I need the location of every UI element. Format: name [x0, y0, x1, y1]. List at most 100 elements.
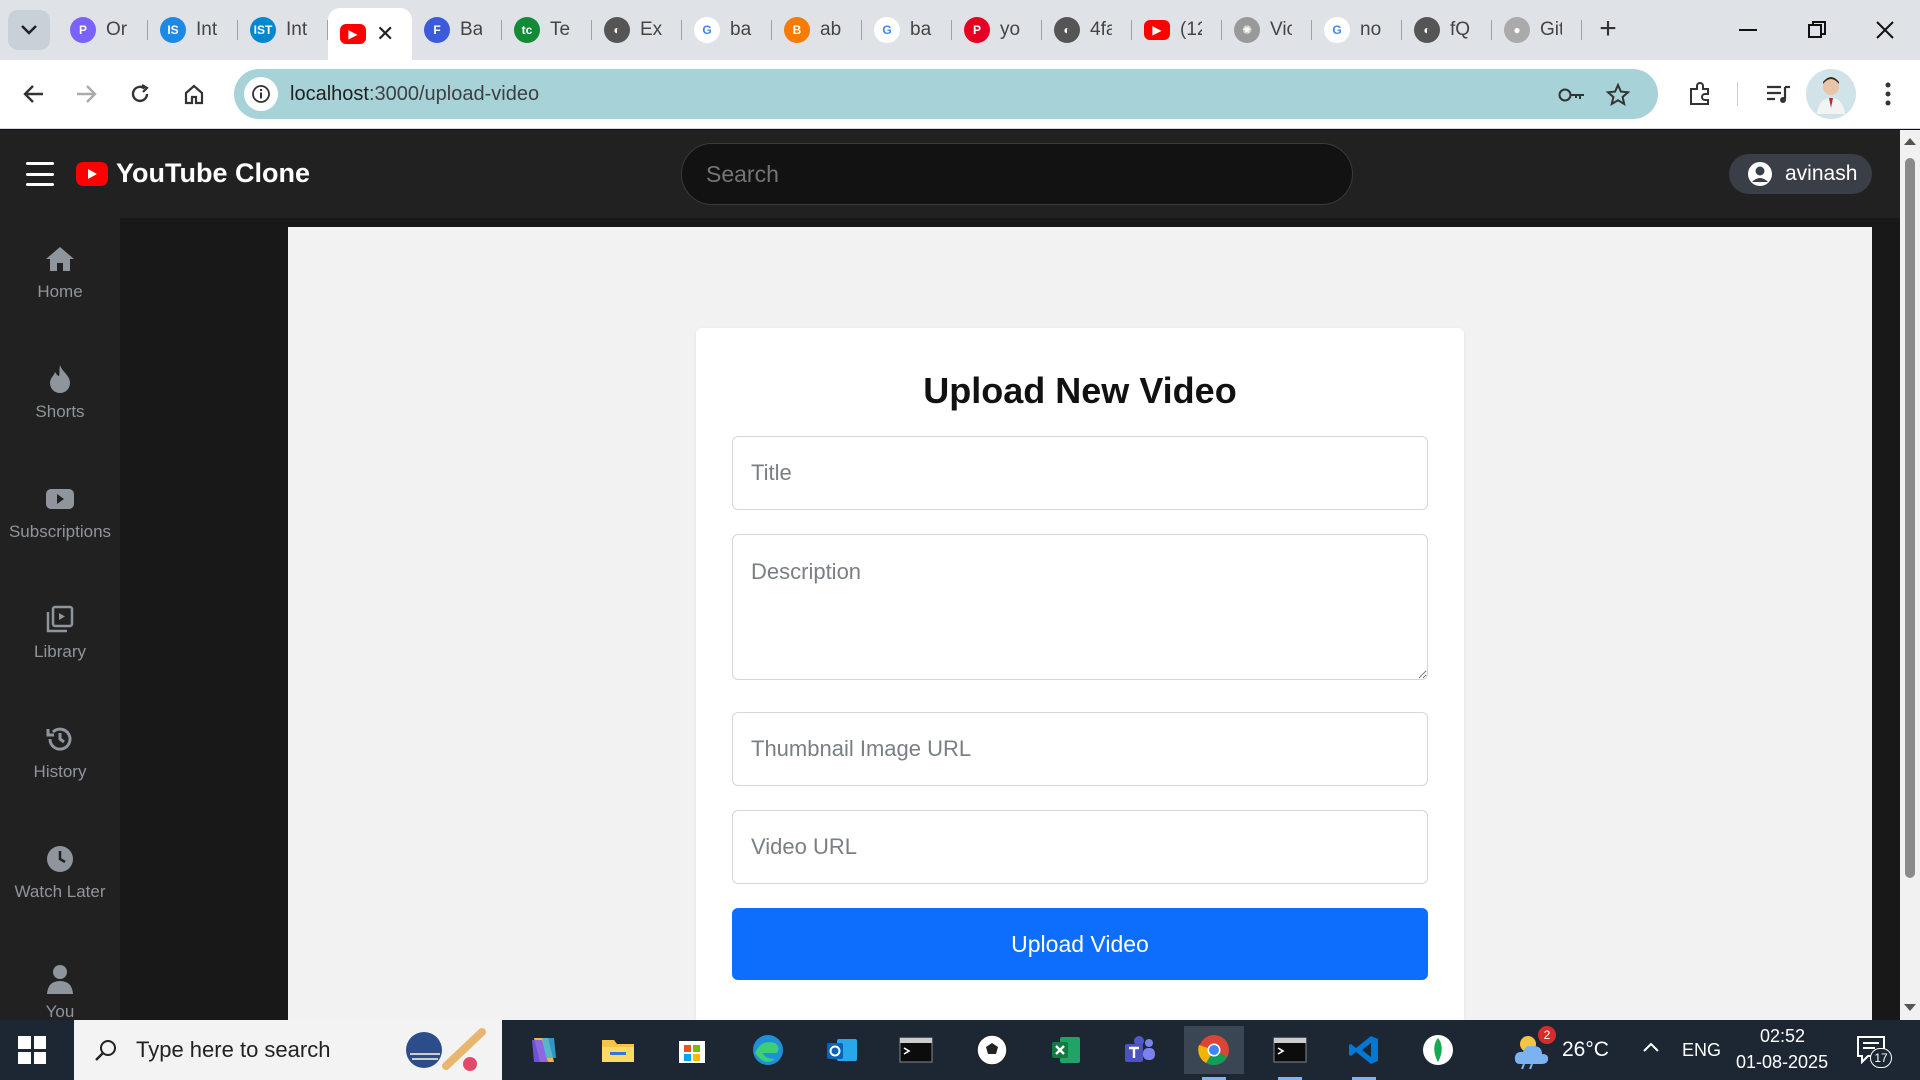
sidebar-item-home[interactable]: Home: [0, 242, 120, 322]
taskbar-terminal[interactable]: [886, 1026, 946, 1074]
video-url-input[interactable]: [732, 810, 1428, 884]
extensions-button[interactable]: [1682, 76, 1718, 112]
browser-tab[interactable]: IST Int: [238, 8, 328, 52]
browser-tab[interactable]: F Ba: [412, 8, 502, 52]
form-title: Upload New Video: [923, 370, 1237, 411]
sidebar-item-watch-later[interactable]: Watch Later: [0, 842, 120, 922]
taskbar-excel[interactable]: [1036, 1026, 1096, 1074]
restore-button[interactable]: [1792, 10, 1842, 50]
sidebar-item-label: Watch Later: [14, 882, 106, 901]
windows-logo-pane: [18, 1036, 31, 1049]
taskbar-teams[interactable]: [1110, 1026, 1170, 1074]
tab-search-button[interactable]: [8, 10, 50, 50]
browser-tab[interactable]: ▶ ✕: [328, 8, 412, 60]
form-icon: F: [424, 17, 450, 43]
weather-widget[interactable]: 2: [1512, 1026, 1556, 1075]
scroll-up-arrow[interactable]: [1904, 138, 1916, 145]
scroll-down-arrow[interactable]: [1904, 1004, 1916, 1011]
soccer-ball-icon: [976, 1034, 1008, 1066]
sidebar-item-history[interactable]: History: [0, 722, 120, 802]
browser-tab[interactable]: Gba: [862, 8, 952, 52]
sidebar-item-library[interactable]: Library: [0, 602, 120, 682]
brand-link[interactable]: YouTube Clone: [76, 158, 310, 189]
close-tab-icon[interactable]: ✕: [376, 21, 394, 47]
taskbar-game[interactable]: [962, 1026, 1022, 1074]
taskbar-store[interactable]: [662, 1026, 722, 1074]
clock-date[interactable]: 01-08-2025: [1736, 1052, 1828, 1073]
address-bar[interactable]: localhost:3000/upload-video: [234, 69, 1658, 119]
new-tab-button[interactable]: +: [1590, 12, 1626, 48]
browser-tab[interactable]: ◐ Ex: [592, 8, 682, 52]
password-key-button[interactable]: [1558, 81, 1586, 109]
sidebar-item-you[interactable]: You: [0, 962, 120, 1020]
windows-logo-pane: [18, 1051, 31, 1064]
chrome-icon: [1198, 1035, 1229, 1066]
close-window-button[interactable]: [1860, 10, 1910, 50]
store-icon: [679, 1041, 705, 1063]
browser-tab[interactable]: ▶ (12: [1132, 8, 1222, 52]
forward-button[interactable]: [66, 74, 106, 114]
chevron-down-icon: [21, 25, 37, 35]
browser-tab[interactable]: ● Git: [1492, 8, 1582, 52]
site-info-button[interactable]: [244, 77, 278, 111]
thumbnail-url-input[interactable]: [732, 712, 1428, 786]
browser-tab[interactable]: tc Te: [502, 8, 592, 52]
sidebar-item-shorts[interactable]: Shorts: [0, 362, 120, 442]
url-text[interactable]: localhost:3000/upload-video: [290, 83, 539, 106]
notification-center-button[interactable]: 17: [1856, 1034, 1892, 1069]
library-icon: [43, 602, 77, 636]
browser-tab[interactable]: ◐ fQ: [1402, 8, 1492, 52]
taskbar-mongodb[interactable]: [1408, 1026, 1468, 1074]
terminal-icon: [899, 1037, 933, 1063]
browser-tab[interactable]: ◐ 4fa: [1042, 8, 1132, 52]
upload-video-button[interactable]: Upload Video: [732, 908, 1428, 980]
tab-label: ba: [730, 19, 752, 40]
taskbar-copilot[interactable]: [514, 1026, 574, 1074]
cricket-helmet-icon: [406, 1028, 486, 1071]
back-button[interactable]: [14, 74, 54, 114]
user-menu-button[interactable]: avinash: [1729, 154, 1872, 194]
browser-tab[interactable]: P Or: [58, 8, 148, 52]
page-scrollbar[interactable]: [1900, 130, 1920, 1020]
menu-toggle-button[interactable]: [26, 162, 54, 186]
windows-logo-pane: [33, 1051, 46, 1064]
clock-icon: [43, 842, 77, 876]
sidebar-item-subscriptions[interactable]: Subscriptions: [0, 482, 120, 562]
browser-tab[interactable]: Gno: [1312, 8, 1402, 52]
minimize-button[interactable]: [1723, 10, 1773, 50]
windows-start-button[interactable]: [18, 1036, 46, 1064]
taskbar-file-explorer[interactable]: [588, 1026, 648, 1074]
browser-tab[interactable]: Pyo: [952, 8, 1042, 52]
is-icon: IS: [160, 17, 186, 43]
browser-tab[interactable]: Bab: [772, 8, 862, 52]
description-textarea[interactable]: [732, 534, 1428, 680]
home-button[interactable]: [174, 74, 214, 114]
browser-tab[interactable]: Gba: [682, 8, 772, 52]
arrow-right-icon: [77, 85, 97, 103]
ist-icon: IST: [250, 17, 276, 43]
profile-avatar-button[interactable]: [1806, 69, 1856, 119]
tray-overflow-button[interactable]: [1642, 1040, 1660, 1058]
taskbar-terminal-2[interactable]: [1260, 1026, 1320, 1080]
taskbar-outlook[interactable]: [812, 1026, 872, 1074]
taskbar-search-box[interactable]: Type here to search: [74, 1020, 502, 1080]
language-indicator[interactable]: ENG: [1682, 1040, 1721, 1061]
copilot-icon: [532, 1038, 556, 1062]
bookmark-button[interactable]: [1604, 81, 1632, 109]
reload-button[interactable]: [120, 74, 160, 114]
clock-time[interactable]: 02:52: [1760, 1026, 1805, 1047]
taskbar-vscode[interactable]: [1334, 1026, 1394, 1080]
sidebar-item-label: History: [33, 762, 87, 781]
browser-tab[interactable]: ✺ Vic: [1222, 8, 1312, 52]
github-icon: ●: [1504, 17, 1530, 43]
minimize-icon: [1739, 29, 1757, 31]
taskbar-chrome[interactable]: [1184, 1026, 1244, 1080]
browser-tab[interactable]: IS Int: [148, 8, 238, 52]
search-input[interactable]: [681, 143, 1353, 205]
media-controls-button[interactable]: [1760, 76, 1796, 112]
user-icon: [43, 962, 77, 996]
title-input[interactable]: [732, 436, 1428, 510]
scrollbar-thumb[interactable]: [1905, 158, 1915, 878]
taskbar-edge[interactable]: [738, 1026, 798, 1074]
chrome-menu-button[interactable]: [1870, 76, 1906, 112]
